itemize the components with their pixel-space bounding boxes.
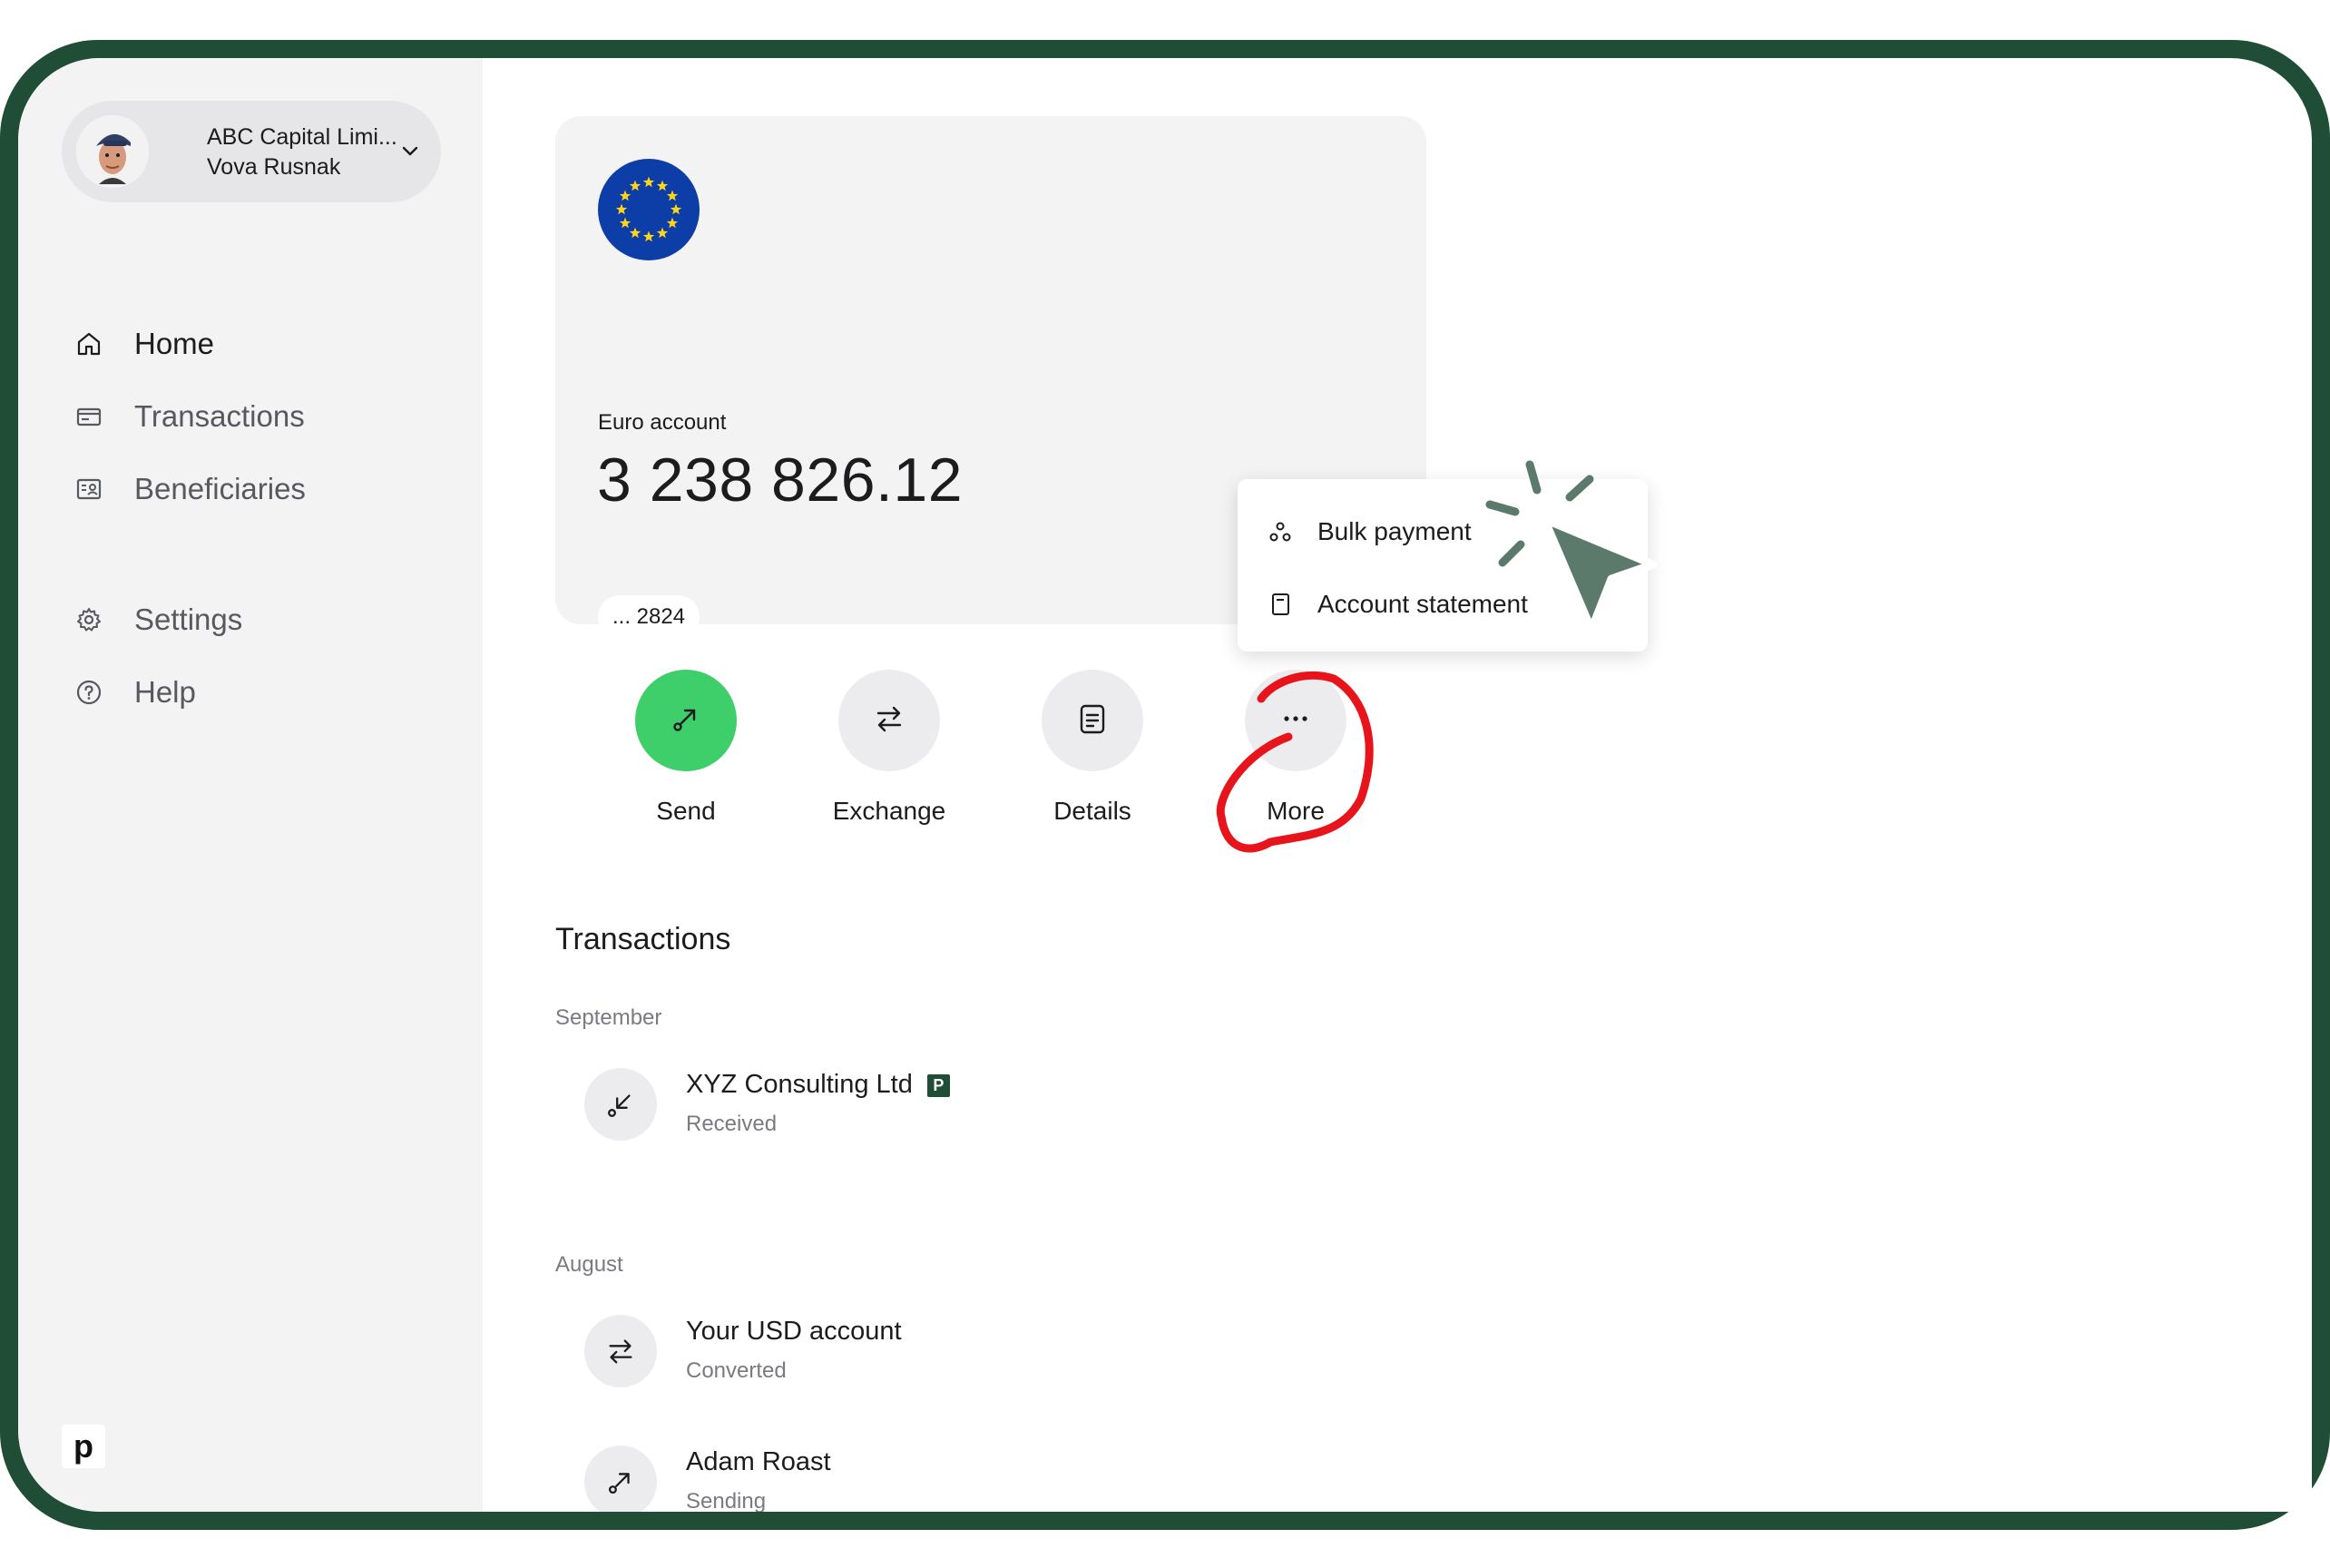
home-icon <box>74 329 103 358</box>
user-name: Vova Rusnak <box>207 154 341 180</box>
exchange-label: Exchange <box>832 797 946 825</box>
eu-star <box>615 203 628 215</box>
more-dropdown-menu: Bulk payment Account statement <box>1238 479 1648 652</box>
eu-star <box>656 180 669 191</box>
company-name: ABC Capital Limi... <box>207 124 397 150</box>
transaction-row[interactable]: Your USD account Converted <box>584 1315 1401 1387</box>
eu-star <box>629 180 641 191</box>
transaction-row[interactable]: Adam Roast Sending <box>584 1446 1401 1512</box>
account-balance: 3 238 826.12 <box>597 446 964 514</box>
sidebar: ABC Capital Limi... Vova Rusnak Home Tra… <box>18 58 483 1512</box>
help-icon <box>74 678 103 707</box>
avatar <box>76 115 149 188</box>
device-frame: ABC Capital Limi... Vova Rusnak Home Tra… <box>0 40 2330 1530</box>
send-circle <box>635 670 737 771</box>
more-button[interactable]: More <box>1223 670 1368 826</box>
exchange-icon <box>584 1315 657 1387</box>
menu-item-bulk-payment[interactable]: Bulk payment <box>1267 514 1472 550</box>
contact-card-icon <box>74 475 103 504</box>
sidebar-item-label: Beneficiaries <box>134 472 306 505</box>
eu-star <box>670 203 682 215</box>
sidebar-item-label: Help <box>134 675 196 709</box>
transaction-status: Sending <box>686 1489 767 1512</box>
exchange-circle <box>838 670 940 771</box>
sidebar-item-beneficiaries[interactable]: Beneficiaries <box>74 466 306 512</box>
account-switcher[interactable]: ABC Capital Limi... Vova Rusnak <box>62 101 441 202</box>
eu-star <box>619 190 631 201</box>
transaction-row[interactable]: XYZ Consulting Ltd P Received <box>584 1068 1401 1141</box>
more-label: More <box>1267 797 1325 825</box>
exchange-button[interactable]: Exchange <box>817 670 962 826</box>
card-icon <box>74 402 103 431</box>
transactions-title: Transactions <box>555 922 731 956</box>
arrow-down-left-icon <box>584 1068 657 1141</box>
sidebar-item-home[interactable]: Home <box>74 321 214 367</box>
arrow-up-right-icon <box>584 1446 657 1512</box>
eu-star <box>642 176 655 188</box>
eu-star <box>656 227 669 239</box>
send-button[interactable]: Send <box>613 670 759 826</box>
gear-icon <box>74 605 103 634</box>
month-heading: September <box>555 1005 662 1030</box>
sidebar-item-label: Home <box>134 327 215 360</box>
send-label: Send <box>656 797 716 825</box>
sidebar-item-label: Transactions <box>134 399 305 433</box>
transaction-name: XYZ Consulting Ltd <box>686 1070 913 1099</box>
month-heading: August <box>555 1252 623 1277</box>
sidebar-item-transactions[interactable]: Transactions <box>74 394 305 439</box>
details-circle <box>1042 670 1143 771</box>
more-circle <box>1245 670 1346 771</box>
eu-star <box>629 227 641 239</box>
app-screen: ABC Capital Limi... Vova Rusnak Home Tra… <box>18 58 2312 1512</box>
menu-item-label: Bulk payment <box>1317 517 1472 545</box>
menu-item-label: Account statement <box>1317 590 1528 618</box>
sidebar-item-settings[interactable]: Settings <box>74 597 242 642</box>
details-label: Details <box>1053 797 1131 825</box>
sidebar-item-help[interactable]: Help <box>74 670 196 715</box>
eu-star <box>642 230 655 242</box>
menu-item-account-statement[interactable]: Account statement <box>1267 586 1528 622</box>
brand-logo: p <box>62 1425 105 1468</box>
chevron-down-icon <box>399 141 421 167</box>
payset-badge: P <box>926 1074 950 1097</box>
account-label: Euro account <box>598 410 727 435</box>
transaction-name: Adam Roast <box>686 1447 831 1476</box>
sidebar-item-label: Settings <box>134 603 243 636</box>
account-number-chip: ... 2824 <box>598 595 700 639</box>
transaction-name: Your USD account <box>686 1317 902 1346</box>
more-dots-icon <box>1278 701 1314 741</box>
eu-flag-icon <box>598 159 700 260</box>
transaction-status: Converted <box>686 1358 787 1383</box>
eu-star <box>619 217 631 229</box>
eu-star <box>666 217 679 229</box>
arrow-up-right-icon <box>668 701 704 741</box>
exchange-icon <box>871 701 907 741</box>
bulk-payment-icon <box>1267 518 1294 545</box>
details-button[interactable]: Details <box>1020 670 1165 826</box>
statement-icon <box>1267 591 1294 618</box>
transaction-status: Received <box>686 1112 778 1136</box>
document-icon <box>1074 701 1111 741</box>
eu-star <box>666 190 679 201</box>
